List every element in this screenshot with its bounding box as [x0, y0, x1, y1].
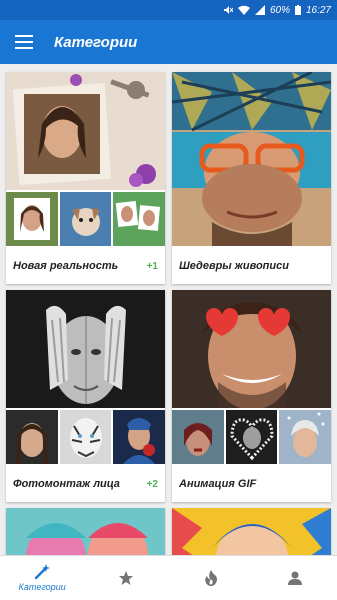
thumbnail [279, 410, 331, 464]
status-bar: 60% 16:27 [0, 0, 337, 20]
person-icon [287, 571, 302, 585]
nav-favorites[interactable] [84, 556, 168, 600]
category-card-new-reality[interactable]: Новая реальность +1 [6, 72, 165, 284]
category-card-gif-animation[interactable]: Анимация GIF [172, 290, 331, 502]
menu-icon [15, 35, 33, 49]
category-grid: Новая реальность +1 Шедевры живописи Фот… [0, 64, 337, 555]
category-caption: Шедевры живописи [172, 248, 331, 284]
thumbnail [6, 410, 58, 464]
category-title: Новая реальность [13, 260, 119, 272]
example-thumbnails [172, 410, 331, 464]
battery-icon [294, 5, 301, 15]
signal-icon [254, 5, 265, 15]
category-caption: Новая реальность +1 [6, 248, 165, 284]
category-card-partial-right[interactable] [172, 508, 331, 555]
new-count-badge: +1 [146, 260, 158, 272]
app-bar: Категории [0, 20, 337, 64]
thumbnail [59, 410, 112, 464]
thumbnail [113, 192, 165, 246]
category-title: Анимация GIF [179, 478, 257, 490]
wifi-icon [237, 5, 250, 15]
category-image [6, 508, 165, 555]
battery-level: 60% [269, 4, 290, 16]
category-card-face-montage[interactable]: Фотомонтаж лица +2 [6, 290, 165, 502]
category-title: Фотомонтаж лица [13, 478, 120, 490]
flame-icon [204, 570, 217, 586]
category-image [172, 508, 331, 555]
example-thumbnails [6, 410, 165, 464]
category-card-painting-masterpieces[interactable]: Шедевры живописи [172, 72, 331, 284]
thumbnail [59, 192, 112, 246]
category-caption: Фотомонтаж лица +2 [6, 466, 165, 502]
mute-icon [223, 6, 233, 14]
category-card-partial-left[interactable] [6, 508, 165, 555]
category-image [172, 290, 331, 408]
nav-profile[interactable] [253, 556, 337, 600]
thumbnail [6, 192, 58, 246]
thumbnail [225, 410, 278, 464]
category-image [6, 290, 165, 408]
star-icon [119, 571, 134, 585]
category-title: Шедевры живописи [179, 260, 289, 272]
bottom-navigation: Категории [0, 555, 337, 600]
example-thumbnails [6, 192, 165, 246]
menu-button[interactable] [0, 20, 48, 64]
category-caption: Анимация GIF [172, 466, 331, 502]
clock: 16:27 [305, 4, 331, 16]
magic-wand-icon [34, 564, 51, 580]
thumbnail [172, 410, 224, 464]
page-title: Категории [54, 33, 138, 51]
new-count-badge: +2 [146, 478, 158, 490]
nav-categories[interactable]: Категории [0, 556, 84, 600]
nav-popular[interactable] [169, 556, 253, 600]
nav-categories-label: Категории [18, 582, 66, 592]
thumbnail [113, 410, 165, 464]
category-image [172, 72, 331, 246]
category-image [6, 72, 165, 190]
